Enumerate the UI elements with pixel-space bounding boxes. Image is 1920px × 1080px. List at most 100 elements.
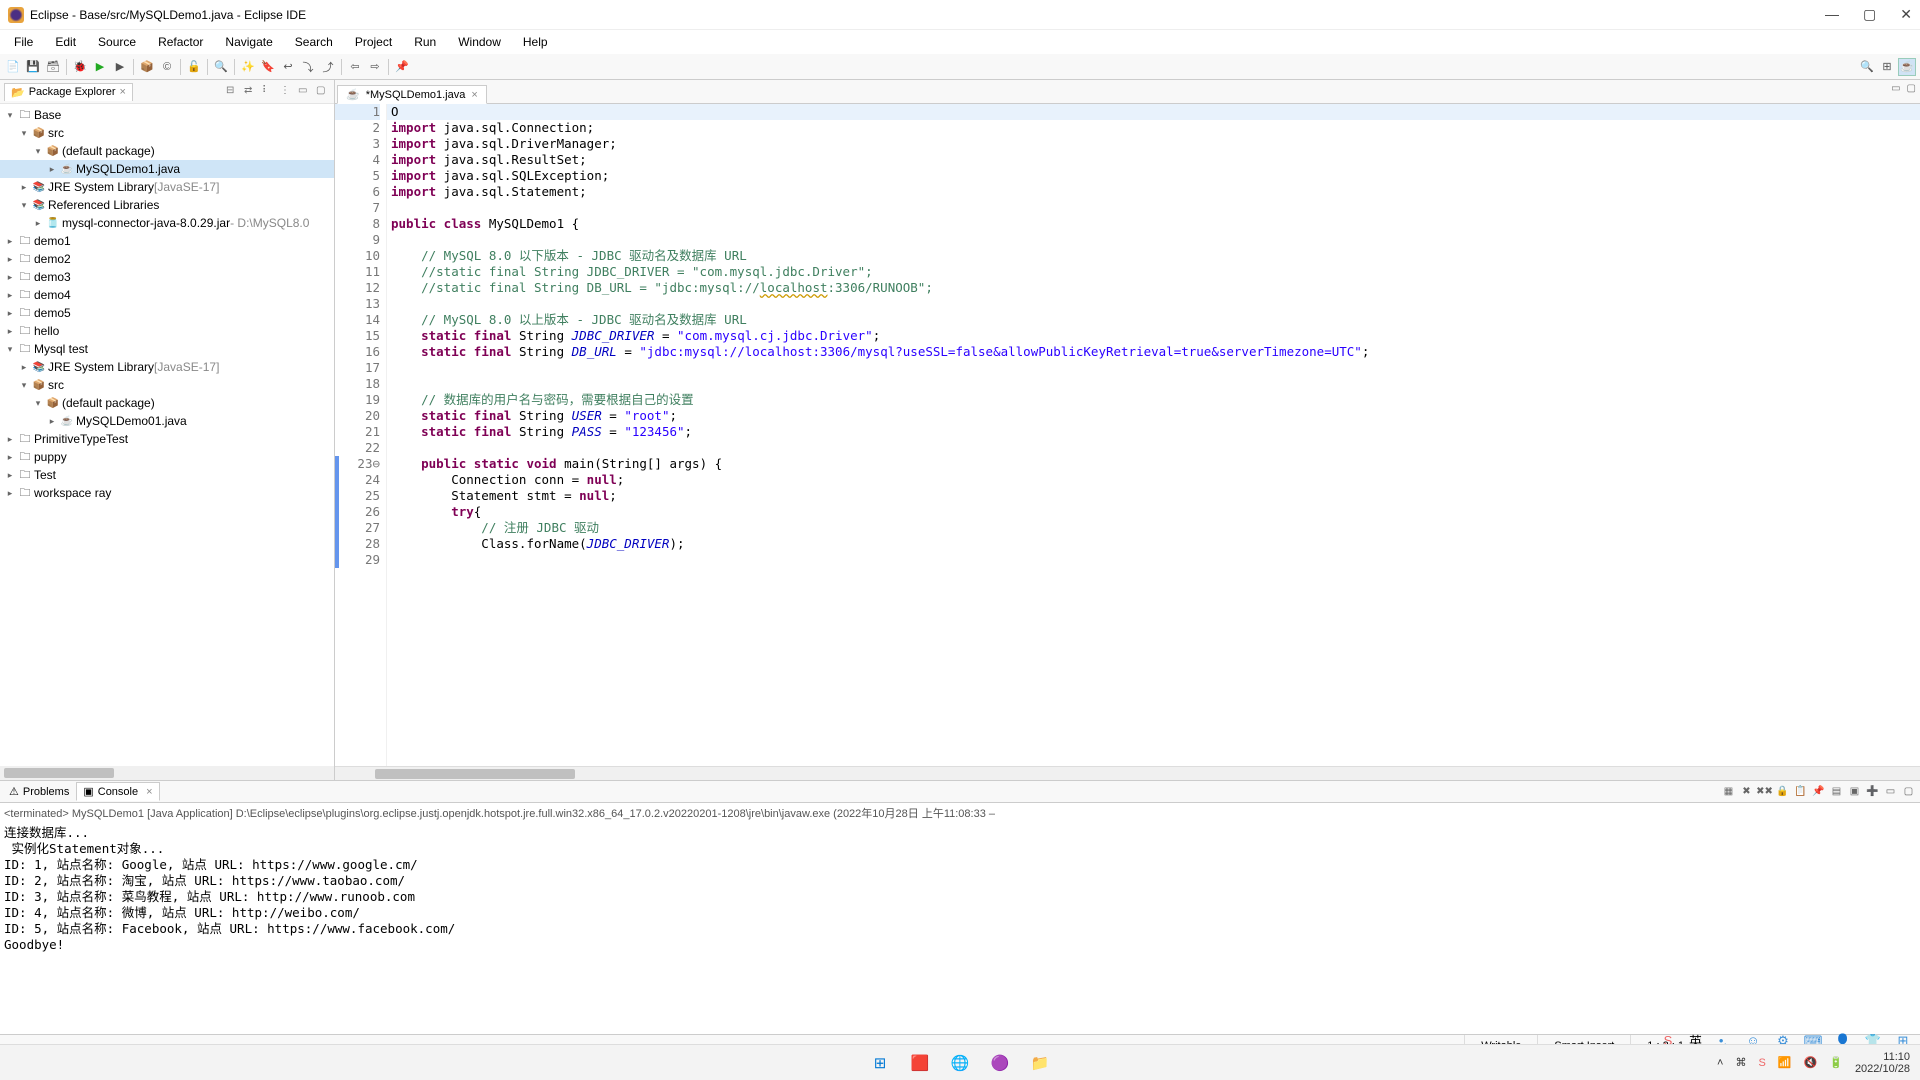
tray-sogou-icon[interactable]: S <box>1758 1057 1765 1069</box>
wrap-icon[interactable]: ↩ <box>279 58 297 76</box>
editor-tab-close-icon[interactable]: × <box>471 89 477 101</box>
menu-navigate[interactable]: Navigate <box>215 33 282 51</box>
console-tab[interactable]: ▣Console× <box>76 782 159 801</box>
tree-mysqljar[interactable]: ▸mysql-connector-java-8.0.29.jar - D:\My… <box>0 214 334 232</box>
taskbar-app-1[interactable]: 🟥 <box>907 1050 933 1076</box>
wand-icon[interactable]: ✨ <box>239 58 257 76</box>
tree-mt-src[interactable]: ▾src <box>0 376 334 394</box>
problems-tab[interactable]: ⚠Problems <box>2 782 76 801</box>
editor-scrollbar-h[interactable] <box>335 766 1920 780</box>
tree-wsray[interactable]: ▸workspace ray <box>0 484 334 502</box>
next-annotation-icon[interactable]: ⤵ <box>299 58 317 76</box>
start-button[interactable]: ⊞ <box>867 1050 893 1076</box>
run-icon[interactable]: ▶ <box>91 58 109 76</box>
remove-launch-icon[interactable]: ✖ <box>1739 784 1754 799</box>
pin-icon[interactable]: 📌 <box>393 58 411 76</box>
tree-puppy[interactable]: ▸puppy <box>0 448 334 466</box>
open-console-icon[interactable]: ▣ <box>1847 784 1862 799</box>
bookmark-icon[interactable]: 🔖 <box>259 58 277 76</box>
taskbar-eclipse[interactable]: 🟣 <box>987 1050 1013 1076</box>
tree-mt-jre[interactable]: ▸JRE System Library [JavaSE-17] <box>0 358 334 376</box>
max-bottom-icon[interactable]: ▢ <box>1901 784 1916 799</box>
saveall-icon[interactable]: 🗃 <box>44 58 62 76</box>
code-editor[interactable]: 1234567891011121314151617181920212223⊖24… <box>335 104 1920 766</box>
quick-access-icon[interactable]: 🔍 <box>1858 58 1876 76</box>
taskbar-explorer[interactable]: 📁 <box>1027 1050 1053 1076</box>
tree-src[interactable]: ▾src <box>0 124 334 142</box>
min-bottom-icon[interactable]: ▭ <box>1883 784 1898 799</box>
perspective-open-icon[interactable]: ⊞ <box>1878 58 1896 76</box>
tree-demo2[interactable]: ▸demo2 <box>0 250 334 268</box>
menu-project[interactable]: Project <box>345 33 402 51</box>
menu-search[interactable]: Search <box>285 33 343 51</box>
package-explorer-tree[interactable]: ▾Base ▾src ▾(default package) ▸MySQLDemo… <box>0 104 334 766</box>
package-explorer-tab[interactable]: 📂 Package Explorer × <box>4 83 133 101</box>
new-icon[interactable]: 📄 <box>4 58 22 76</box>
close-button[interactable]: ✕ <box>1900 6 1912 23</box>
remove-all-icon[interactable]: ✖✖ <box>1757 784 1772 799</box>
tree-demo1[interactable]: ▸demo1 <box>0 232 334 250</box>
open-type-icon[interactable]: 🔓 <box>185 58 203 76</box>
minimize-view-icon[interactable]: ▭ <box>298 85 312 99</box>
tree-primitive[interactable]: ▸PrimitiveTypeTest <box>0 430 334 448</box>
display-selected-icon[interactable]: ▤ <box>1829 784 1844 799</box>
editor-tab-mysqldemo1[interactable]: ☕ *MySQLDemo1.java × <box>337 85 487 104</box>
forward-icon[interactable]: ⇨ <box>366 58 384 76</box>
search-icon[interactable]: 🔍 <box>212 58 230 76</box>
clear-console-icon[interactable]: ▦ <box>1721 784 1736 799</box>
minimize-editor-icon[interactable]: ▭ <box>1891 83 1900 94</box>
tray-extra-icon[interactable]: ⌘ <box>1735 1056 1746 1069</box>
pin-console-icon[interactable]: 📌 <box>1811 784 1826 799</box>
tree-mysqltest[interactable]: ▾Mysql test <box>0 340 334 358</box>
maximize-view-icon[interactable]: ▢ <box>316 85 330 99</box>
new-console-icon[interactable]: ➕ <box>1865 784 1880 799</box>
tree-demo5[interactable]: ▸demo5 <box>0 304 334 322</box>
coverage-icon[interactable]: ▶ <box>111 58 129 76</box>
tree-mt-pkg[interactable]: ▾(default package) <box>0 394 334 412</box>
menu-window[interactable]: Window <box>448 33 511 51</box>
clock-time[interactable]: 11:10 <box>1855 1051 1910 1063</box>
maximize-editor-icon[interactable]: ▢ <box>1907 83 1916 94</box>
menu-source[interactable]: Source <box>88 33 146 51</box>
clock-date[interactable]: 2022/10/28 <box>1855 1063 1910 1075</box>
collapse-all-icon[interactable]: ⊟ <box>226 85 240 99</box>
menu-file[interactable]: File <box>4 33 43 51</box>
tree-mysqldemo1[interactable]: ▸MySQLDemo1.java <box>0 160 334 178</box>
new-package-icon[interactable]: 📦 <box>138 58 156 76</box>
tree-hello[interactable]: ▸hello <box>0 322 334 340</box>
minimize-button[interactable]: — <box>1825 6 1839 23</box>
java-perspective-icon[interactable]: ☕ <box>1898 58 1916 76</box>
menu-run[interactable]: Run <box>404 33 446 51</box>
tree-test[interactable]: ▸Test <box>0 466 334 484</box>
tray-chevron-icon[interactable]: ˄ <box>1717 1057 1723 1069</box>
line-gutter[interactable]: 1234567891011121314151617181920212223⊖24… <box>335 104 387 766</box>
battery-icon[interactable]: 🔋 <box>1829 1056 1843 1069</box>
tree-demo3[interactable]: ▸demo3 <box>0 268 334 286</box>
menu-help[interactable]: Help <box>513 33 558 51</box>
view-menu-icon[interactable]: ⋮ <box>280 85 294 99</box>
tab-close-icon[interactable]: × <box>146 786 152 798</box>
menu-edit[interactable]: Edit <box>45 33 86 51</box>
taskbar-edge[interactable]: 🌐 <box>947 1050 973 1076</box>
tree-reflib[interactable]: ▾Referenced Libraries <box>0 196 334 214</box>
link-editor-icon[interactable]: ⇄ <box>244 85 258 99</box>
menu-refactor[interactable]: Refactor <box>148 33 213 51</box>
tree-demo4[interactable]: ▸demo4 <box>0 286 334 304</box>
show-when-output-icon[interactable]: 📋 <box>1793 784 1808 799</box>
tree-project-base[interactable]: ▾Base <box>0 106 334 124</box>
tree-default-package[interactable]: ▾(default package) <box>0 142 334 160</box>
new-class-icon[interactable]: © <box>158 58 176 76</box>
maximize-button[interactable]: ▢ <box>1863 6 1876 23</box>
wifi-icon[interactable]: 📶 <box>1778 1056 1792 1069</box>
tree-jre[interactable]: ▸JRE System Library [JavaSE-17] <box>0 178 334 196</box>
tree-mt-file[interactable]: ▸MySQLDemo01.java <box>0 412 334 430</box>
filter-icon[interactable]: ⠇ <box>262 85 276 99</box>
scroll-lock-icon[interactable]: 🔒 <box>1775 784 1790 799</box>
save-icon[interactable]: 💾 <box>24 58 42 76</box>
volume-icon[interactable]: 🔇 <box>1804 1056 1818 1069</box>
tab-close-icon[interactable]: × <box>120 86 126 98</box>
sidebar-scrollbar[interactable] <box>0 766 334 780</box>
console-output[interactable]: 连接数据库... 实例化Statement对象... ID: 1, 站点名称: … <box>0 823 1920 966</box>
prev-annotation-icon[interactable]: ⤴ <box>319 58 337 76</box>
debug-icon[interactable]: 🐞 <box>71 58 89 76</box>
